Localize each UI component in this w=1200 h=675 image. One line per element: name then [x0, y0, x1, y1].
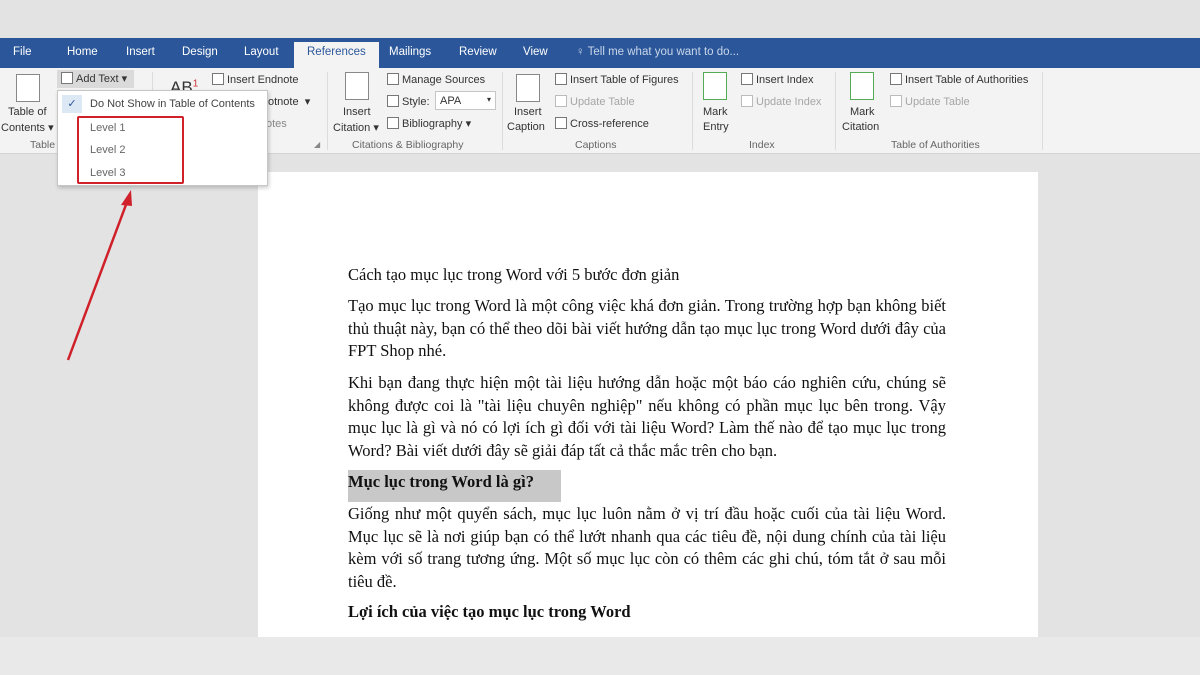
arrow-line — [66, 201, 129, 361]
annotation-arrow — [66, 190, 132, 361]
arrow-head-icon — [121, 190, 132, 206]
